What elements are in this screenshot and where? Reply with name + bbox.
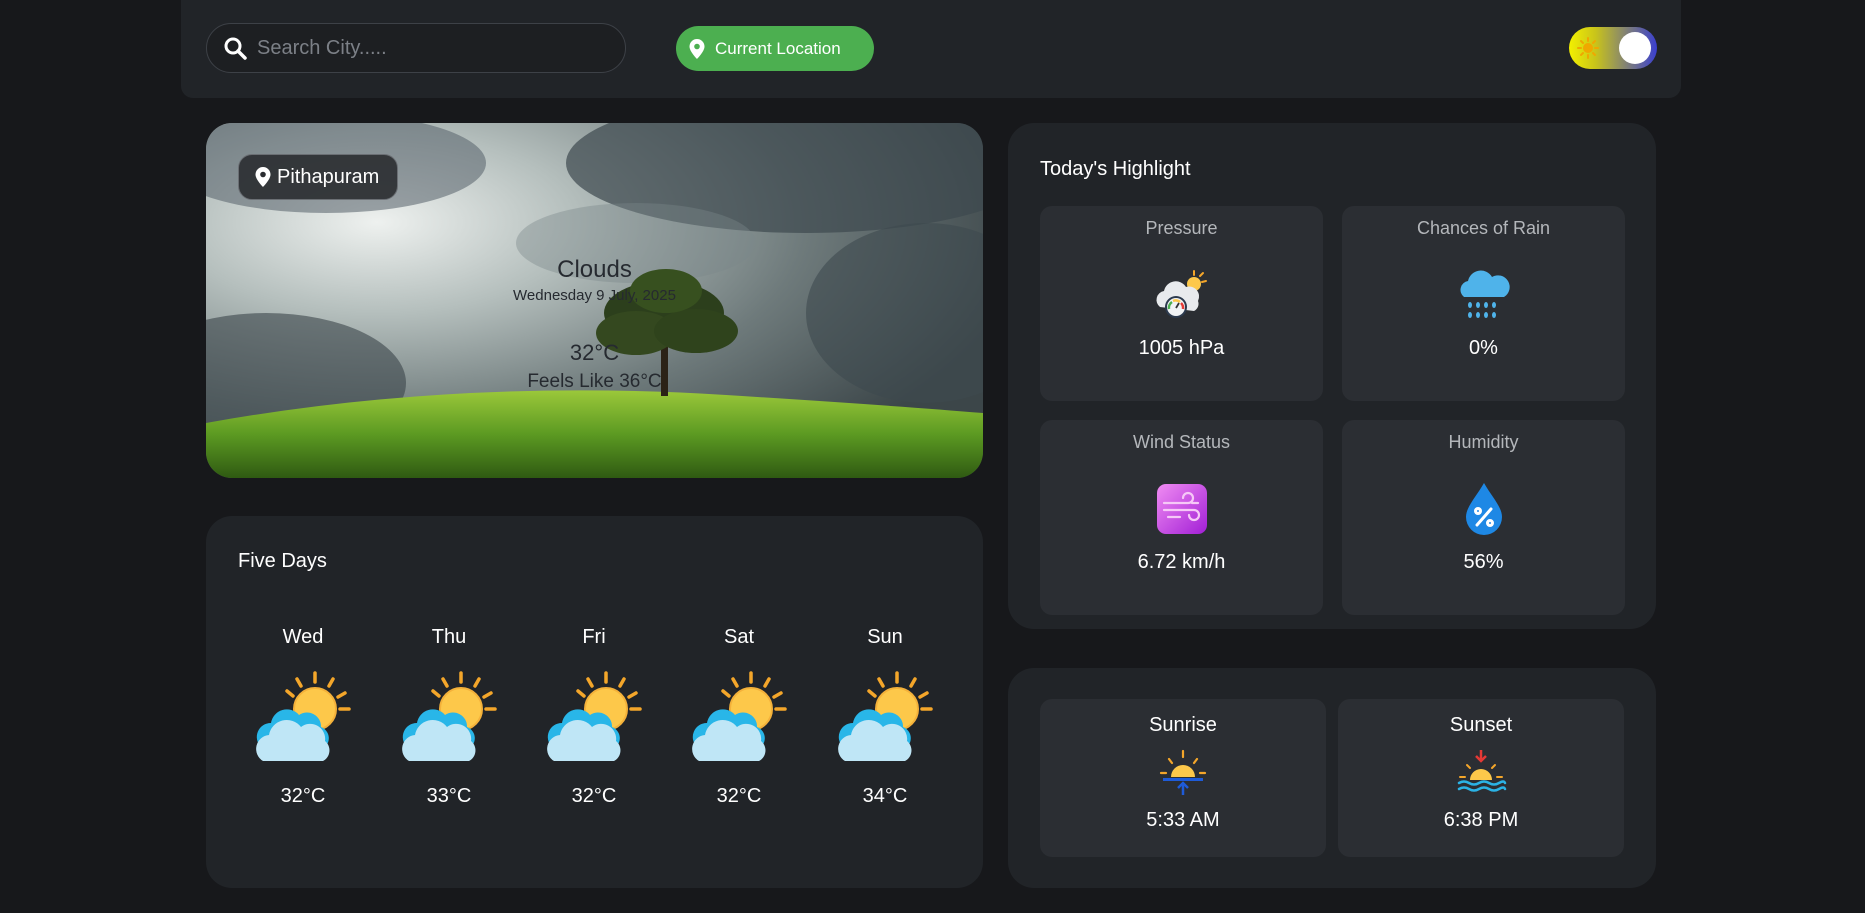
humidity-tile: Humidity 56% — [1342, 420, 1625, 615]
sunset-time: 6:38 PM — [1443, 809, 1519, 831]
top-bar: Current Location — [181, 0, 1681, 98]
wind-label: Wind Status — [1132, 432, 1231, 452]
city-badge: Pithapuram — [238, 154, 399, 200]
forecast-day-temp: 32°C — [571, 785, 617, 807]
sun-cloud-icon — [253, 669, 353, 765]
sunrise-label: Sunrise — [1149, 714, 1217, 736]
pressure-tile: Pressure 1005 hPa — [1040, 206, 1323, 401]
rain-cloud-icon — [1459, 270, 1510, 318]
sun-cloud-icon — [399, 669, 499, 765]
current-date: Wednesday 9 July, 2025 — [513, 287, 676, 304]
search-icon — [224, 37, 247, 60]
five-day-forecast-card: Five Days Wed 32°C Thu 33°C Fri 32°C Sat… — [206, 516, 983, 888]
sun-cloud-icon — [835, 669, 935, 765]
forecast-day-temp: 34°C — [862, 785, 908, 807]
wind-value: 6.72 km/h — [1137, 551, 1226, 573]
five-day-title: Five Days — [238, 550, 327, 572]
wind-tile: Wind Status 6.72 km/h — [1040, 420, 1323, 615]
forecast-day: Fri 32°C — [539, 626, 649, 808]
pressure-icon — [1155, 270, 1207, 318]
forecast-day-name: Sat — [723, 626, 755, 648]
sunset-label: Sunset — [1449, 714, 1513, 736]
current-location-label: Current Location — [715, 38, 841, 58]
sun-cloud-icon — [544, 669, 644, 765]
feels-like: Feels Like 36°C — [527, 371, 662, 392]
location-pin-icon — [689, 38, 705, 59]
forecast-day: Sun 34°C — [830, 626, 940, 808]
forecast-day-temp: 32°C — [716, 785, 762, 807]
city-name: Pithapuram — [277, 165, 380, 188]
forecast-day-name: Fri — [582, 626, 606, 648]
humidity-label: Humidity — [1448, 432, 1519, 452]
sunset-tile: Sunset 6:38 PM — [1338, 699, 1624, 857]
forecast-day-name: Thu — [431, 626, 467, 648]
rain-value: 0% — [1469, 337, 1498, 359]
sunset-icon — [1457, 750, 1507, 792]
humidity-drop-icon — [1465, 483, 1502, 535]
humidity-value: 56% — [1463, 551, 1504, 573]
current-location-button[interactable]: Current Location — [676, 26, 874, 71]
sun-times-card: Sunrise 5:33 AM Sunset 6:38 PM — [1008, 668, 1656, 888]
sunrise-time: 5:33 AM — [1146, 809, 1220, 831]
forecast-day-name: Wed — [282, 626, 324, 648]
rain-label: Chances of Rain — [1416, 218, 1551, 238]
search-input[interactable] — [257, 36, 617, 60]
forecast-day: Wed 32°C — [248, 626, 358, 808]
forecast-day-temp: 32°C — [280, 785, 326, 807]
forecast-day-temp: 33°C — [426, 785, 472, 807]
rain-tile: Chances of Rain 0% — [1342, 206, 1625, 401]
toggle-knob — [1619, 32, 1651, 64]
forecast-day-name: Sun — [867, 626, 903, 648]
current-temperature: 32°C — [569, 340, 620, 365]
wind-icon — [1156, 484, 1207, 534]
sunrise-tile: Sunrise 5:33 AM — [1040, 699, 1326, 857]
location-pin-icon — [255, 167, 271, 187]
theme-toggle[interactable] — [1569, 27, 1657, 69]
weather-condition: Clouds — [557, 256, 632, 283]
highlights-title: Today's Highlight — [1040, 158, 1191, 180]
highlights-card: Today's Highlight Pressure 1005 hPa Chan… — [1008, 123, 1656, 629]
sunrise-icon — [1159, 749, 1207, 795]
sun-cloud-icon — [689, 669, 789, 765]
forecast-day: Sat 32°C — [684, 626, 794, 808]
sun-icon — [1577, 37, 1599, 59]
pressure-value: 1005 hPa — [1138, 337, 1225, 359]
forecast-day: Thu 33°C — [394, 626, 504, 808]
pressure-label: Pressure — [1145, 218, 1218, 238]
current-weather-card: Pithapuram Clouds Wednesday 9 July, 2025… — [206, 123, 983, 478]
search-box[interactable] — [206, 23, 626, 73]
